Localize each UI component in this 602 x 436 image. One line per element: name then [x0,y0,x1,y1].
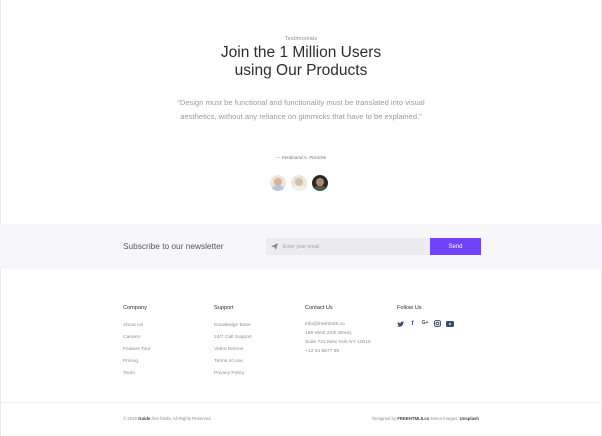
footer-link-video-demos[interactable]: Video Demos [214,344,252,356]
email-placeholder: Enter your email [283,243,320,250]
credits-text: Designed by FREEHTML5.co Demo Images: Un… [372,416,479,421]
section-title: Join the 1 Million Users using Our Produ… [0,44,602,79]
copyright-suffix: free html5. All Rights Reserved. [151,416,212,421]
footer-link-about-us[interactable]: About Us [123,320,151,332]
contact-phone[interactable]: +12 34 5677 89 [305,347,371,356]
testimonial-avatars [270,175,328,191]
section-eyebrow: Testimonials [284,36,318,42]
newsletter-section: Subscribe to our newsletter Enter your e… [0,224,602,269]
footer-heading-company: Company [123,305,147,311]
google-plus-icon[interactable]: G+ [421,320,429,327]
footer-link-terms-of-use[interactable]: Terms of Use [214,356,252,368]
avatar[interactable] [270,175,286,191]
footer-link-call-support[interactable]: 24/7 Call Support [214,332,252,344]
newsletter-label: Subscribe to our newsletter [123,241,224,251]
section-title-line-1: Join the 1 Million Users [220,44,382,61]
designed-by-label: Designed by [372,416,397,421]
footer-link-careers[interactable]: Careers [123,332,151,344]
footer-column-contact: Contact Us info@freehtml5.co 198 West 21… [305,305,371,356]
instagram-icon[interactable] [434,320,441,327]
footer-link-pricing[interactable]: Pricing [123,356,151,368]
facebook-icon[interactable]: f [409,320,416,327]
avatar[interactable] [291,175,307,191]
footer-heading-contact: Contact Us [305,305,333,311]
footer-link-feature-tour[interactable]: Feature Tour [123,344,151,356]
contact-email-link[interactable]: info@freehtml5.co [305,320,371,329]
section-title-line-2: using Our Products [234,61,368,79]
contact-address-line-1: 198 West 21th Street, [305,331,353,336]
footer-heading-support: Support [214,305,234,311]
social-icons: f G+ [397,320,454,327]
copyright-year: © 2016 [123,416,137,421]
copyright-text: © 2016 Guide free html5. All Rights Rese… [123,416,212,421]
designed-by-link[interactable]: FREEHTML5.co [397,416,429,421]
testimonials-section: Testimonials Join the 1 Million Users us… [0,0,602,224]
footer-divider [0,402,602,403]
footer-link-knowledge-base[interactable]: Knowledge Base [214,320,252,332]
contact-address-line-2: Suite 721 New York NY 10016 [305,340,371,345]
twitter-icon[interactable] [397,320,404,327]
testimonial-quote: “Design must be functional and functiona… [177,98,425,122]
testimonial-author: — Ferdinand A. Porsche [275,155,327,160]
email-field[interactable]: Enter your email [266,238,430,255]
footer-column-company: Company About Us Careers Feature Tour Pr… [123,305,151,380]
demo-images-label: Demo Images: [430,416,459,421]
footer-heading-follow: Follow Us [397,305,422,311]
avatar[interactable] [312,175,328,191]
send-button[interactable]: Send [430,238,481,255]
demo-images-link[interactable]: Unsplash [460,416,479,421]
copyright-brand: Guide [138,416,151,421]
footer-column-support: Support Knowledge Base 24/7 Call Support… [214,305,252,380]
footer-link-team[interactable]: Team [123,368,151,380]
footer-column-follow: Follow Us f G+ [397,305,454,327]
paper-plane-icon [271,243,278,250]
youtube-icon[interactable] [446,320,454,327]
footer-link-privacy-policy[interactable]: Privacy Policy [214,368,252,380]
